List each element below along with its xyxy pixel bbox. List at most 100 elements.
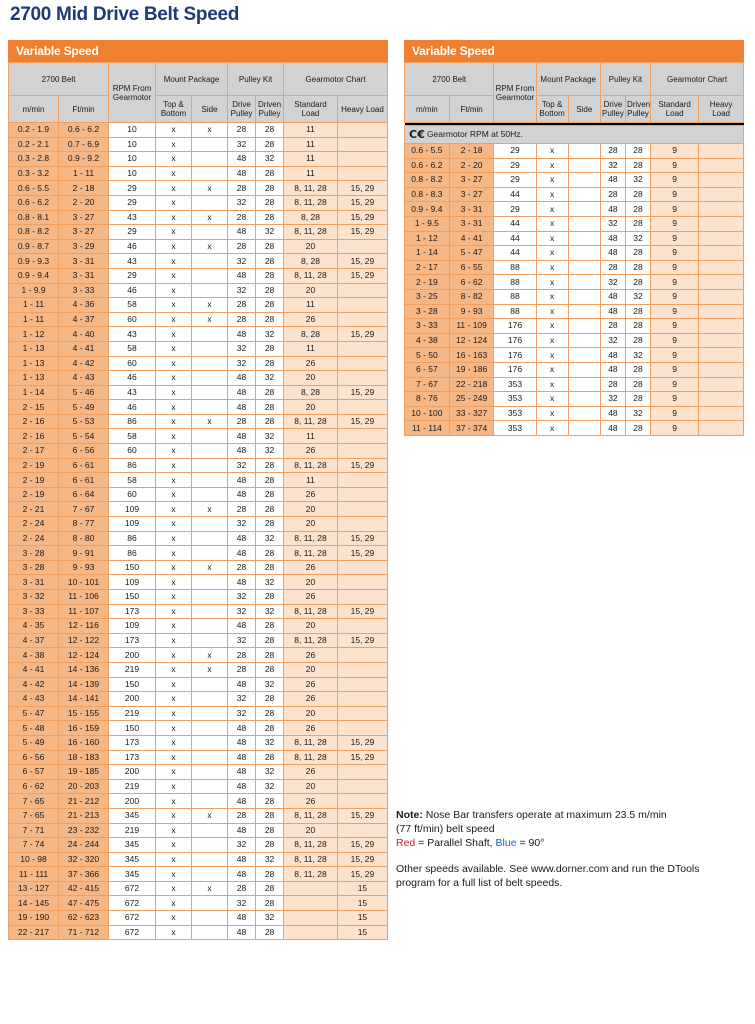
cell-heavy-load: 15, 29 (336, 253, 389, 269)
cell-heavy-load (336, 516, 389, 532)
cell-side (567, 172, 601, 188)
cell-m-min: 0.3 - 3.2 (7, 165, 60, 182)
cell-side (191, 136, 229, 153)
cell-top-bottom: x (155, 545, 193, 561)
cell-rpm: 29 (493, 143, 537, 159)
cell-m-min: 11 - 111 (7, 866, 60, 882)
table-row: 10 - 98 32 - 320 345 x 48 32 8, 11, 28 15, 29 (7, 851, 389, 868)
cell-ft-min: 19 - 186 (448, 361, 495, 378)
note-text-1: Nose Bar transfers operate at maximum 23… (422, 809, 667, 821)
table-row: 8 - 76 25 - 249 353 x 32 28 9 (404, 391, 744, 407)
cell-standard-load: 8, 11, 28 (283, 851, 338, 868)
cell-side (567, 391, 601, 407)
cell-heavy-load (336, 311, 389, 328)
cell-ft-min: 6 - 62 (448, 274, 495, 290)
cell-ft-min: 5 - 54 (58, 428, 110, 445)
left-spec-table-wrapper: Variable Speed 2700 Belt RPM From Gearmo… (7, 40, 389, 941)
table-row: 1 - 13 4 - 42 60 x 32 28 26 (7, 355, 389, 372)
cell-rpm: 88 (493, 288, 537, 305)
cell-heavy-load (336, 486, 389, 503)
cell-driven-pulley: 28 (255, 793, 285, 809)
table-row: 3 - 28 9 - 93 150 x x 28 28 26 (7, 559, 389, 576)
table-row: 2 - 17 6 - 55 88 x 28 28 9 (404, 259, 744, 276)
cell-heavy-load (336, 297, 389, 313)
cell-heavy-load: 15 (336, 880, 389, 897)
cell-driven-pulley: 28 (255, 589, 285, 605)
table-row: 0.8 - 8.2 3 - 27 29 x 48 32 8, 11, 28 15, 29 (7, 224, 389, 240)
cell-m-min: 2 - 19 (7, 472, 60, 488)
cell-drive-pulley: 48 (227, 443, 257, 459)
cell-heavy-load (336, 443, 389, 459)
cell-driven-pulley: 28 (255, 720, 285, 736)
cell-top-bottom: x (155, 180, 193, 196)
cell-heavy-load (336, 559, 389, 576)
cell-standard-load: 8, 11, 28 (283, 807, 338, 824)
cell-rpm: 345 (108, 851, 157, 868)
table-row: 2 - 17 6 - 56 60 x 48 32 26 (7, 443, 389, 459)
cell-standard-load: 20 (283, 661, 338, 678)
cell-top-bottom: x (535, 361, 569, 378)
cell-standard-load: 9 (650, 215, 700, 232)
cell-driven-pulley: 32 (624, 405, 652, 422)
cell-m-min: 3 - 28 (404, 303, 450, 320)
header-standard-load: Standard Load (650, 95, 700, 123)
cell-m-min: 10 - 98 (7, 851, 60, 868)
note-line-1: Note: Nose Bar transfers operate at maxi… (396, 808, 746, 822)
cell-top-bottom: x (155, 165, 193, 182)
table-row: 3 - 28 9 - 93 88 x 48 28 9 (404, 303, 744, 320)
cell-m-min: 4 - 38 (404, 332, 450, 349)
cell-top-bottom: x (155, 413, 193, 430)
cell-m-min: 6 - 57 (404, 361, 450, 378)
cell-top-bottom: x (155, 253, 193, 269)
table-row: 0.9 - 9.4 3 - 31 29 x 48 28 9 (404, 201, 744, 217)
cell-standard-load: 8, 11, 28 (283, 837, 338, 853)
cell-m-min: 0.8 - 8.3 (404, 186, 450, 203)
cell-rpm: 150 (108, 720, 157, 736)
cell-driven-pulley: 28 (255, 194, 285, 211)
cell-rpm: 200 (108, 793, 157, 809)
cell-ft-min: 3 - 27 (448, 172, 495, 188)
cell-side (191, 734, 229, 751)
cell-heavy-load (698, 245, 744, 261)
cell-rpm: 29 (493, 157, 537, 174)
table-row: 2 - 24 8 - 77 109 x 32 28 20 (7, 516, 389, 532)
cell-m-min: 0.6 - 6.2 (404, 157, 450, 174)
table-row: 1 - 12 4 - 41 44 x 48 32 9 (404, 230, 744, 247)
cell-m-min: 1 - 12 (404, 230, 450, 247)
cell-standard-load (283, 910, 338, 926)
cell-heavy-load (698, 288, 744, 305)
cell-side (567, 230, 601, 247)
table-row: 2 - 24 8 - 80 86 x 48 32 8, 11, 28 15, 29 (7, 530, 389, 547)
cell-standard-load: 26 (283, 486, 338, 503)
cell-ft-min: 33 - 327 (448, 405, 495, 422)
cell-driven-pulley: 28 (624, 391, 652, 407)
cell-driven-pulley: 28 (624, 259, 652, 276)
cell-top-bottom: x (155, 457, 193, 474)
cell-top-bottom: x (155, 151, 193, 167)
table-row: 4 - 35 12 - 116 109 x 48 28 20 (7, 618, 389, 634)
table-row: 10 - 100 33 - 327 353 x 48 32 9 (404, 405, 744, 422)
cell-standard-load: 20 (283, 501, 338, 518)
cell-ft-min: 9 - 91 (58, 545, 110, 561)
ce-mark-icon: C € (409, 128, 425, 141)
table-row: 3 - 31 10 - 101 109 x 48 32 20 (7, 574, 389, 590)
cell-rpm: 44 (493, 245, 537, 261)
cell-rpm: 200 (108, 764, 157, 780)
cell-m-min: 0.8 - 8.2 (7, 224, 60, 240)
cell-standard-load: 26 (283, 647, 338, 663)
cell-m-min: 1 - 12 (7, 326, 60, 342)
cell-drive-pulley: 48 (227, 151, 257, 167)
cell-standard-load: 8, 11, 28 (283, 194, 338, 211)
cell-drive-pulley: 48 (227, 530, 257, 547)
cell-top-bottom: x (155, 880, 193, 897)
cell-ft-min: 22 - 218 (448, 376, 495, 393)
cell-top-bottom: x (155, 559, 193, 576)
cell-driven-pulley: 32 (255, 370, 285, 386)
cell-drive-pulley: 48 (227, 267, 257, 284)
note-line-2: (77 ft/min) belt speed (396, 823, 495, 835)
cell-heavy-load: 15, 29 (336, 734, 389, 751)
cell-m-min: 3 - 33 (7, 603, 60, 620)
cell-rpm: 10 (108, 136, 157, 153)
cell-drive-pulley: 48 (227, 384, 257, 401)
cell-drive-pulley: 32 (227, 691, 257, 707)
